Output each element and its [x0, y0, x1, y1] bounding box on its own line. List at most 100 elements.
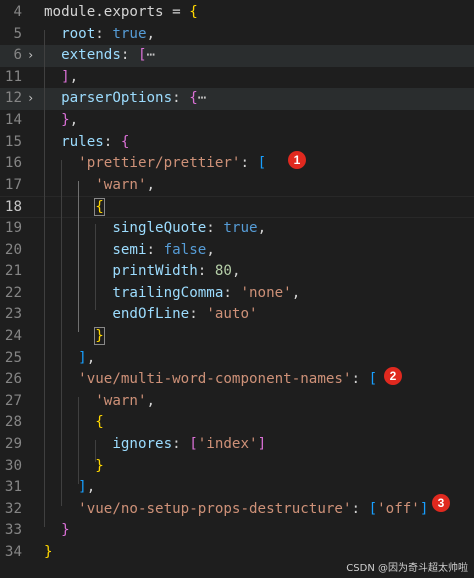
line-number: 17	[4, 176, 22, 193]
code-line[interactable]: 28 {	[0, 412, 474, 434]
line-number: 22	[4, 284, 22, 301]
annotation-badge-1: 1	[288, 151, 306, 169]
code-token: 'warn'	[44, 392, 147, 409]
code-line[interactable]: 30 }	[0, 456, 474, 478]
code-line[interactable]: 19 singleQuote: true,	[0, 218, 474, 240]
code-line[interactable]: 17 'warn',	[0, 175, 474, 197]
line-number: 5	[13, 25, 22, 42]
code-line[interactable]: 6 › extends: [⋯	[0, 45, 474, 67]
code-token: ]	[61, 68, 70, 85]
code-token: ,	[291, 284, 301, 301]
indent-guide	[95, 224, 96, 310]
code-token: [	[137, 47, 147, 64]
code-token: :	[103, 133, 121, 150]
code-text: trailingComma: 'none',	[44, 283, 300, 305]
code-line[interactable]: 15 rules: {	[0, 132, 474, 154]
code-token: ,	[86, 479, 96, 496]
code-line[interactable]: 29 ignores: ['index']	[0, 434, 474, 456]
code-token: root	[44, 25, 96, 42]
line-number: 26	[4, 371, 22, 388]
code-text: ],	[44, 67, 78, 89]
code-line[interactable]: 24 }	[0, 326, 474, 348]
line-number: 32	[4, 500, 22, 517]
code-token: extends	[44, 47, 121, 64]
code-token: ]	[257, 436, 267, 452]
code-text: },	[44, 110, 78, 132]
code-token: ,	[69, 112, 79, 128]
line-number: 4	[13, 4, 22, 20]
code-token: endOfLine	[44, 306, 190, 323]
code-line[interactable]: 18 {	[0, 196, 474, 218]
code-token: {	[95, 414, 104, 431]
line-number: 19	[4, 220, 22, 236]
code-line[interactable]: 11 ],	[0, 67, 474, 89]
code-token: ,	[206, 241, 215, 258]
code-text: 'vue/multi-word-component-names': [	[44, 369, 377, 391]
code-token: ,	[146, 176, 156, 193]
line-number: 28	[4, 414, 22, 431]
code-line[interactable]: 31 ],	[0, 477, 474, 499]
code-token: [	[257, 155, 267, 172]
code-token: parserOptions	[44, 90, 173, 107]
code-line[interactable]: 26 'vue/multi-word-component-names': [	[0, 369, 474, 391]
line-number: 20	[4, 241, 22, 258]
line-number: 31	[4, 479, 22, 496]
code-token: ,	[69, 68, 79, 85]
code-text: root: true,	[44, 24, 155, 46]
code-token: module.exports =	[44, 4, 190, 20]
code-token: :	[351, 500, 369, 517]
indent-guide	[78, 397, 79, 484]
code-token: false	[163, 241, 207, 258]
line-number: 25	[4, 349, 22, 366]
code-token: ,	[146, 392, 156, 409]
code-token: }	[61, 112, 70, 128]
code-token: 'index'	[197, 436, 258, 452]
code-token: }	[95, 457, 104, 474]
line-number: 29	[4, 436, 22, 452]
code-text: {	[44, 197, 105, 219]
code-token: printWidth	[44, 263, 198, 280]
code-line[interactable]: 21 printWidth: 80,	[0, 261, 474, 283]
code-line[interactable]: 12 › parserOptions: {⋯	[0, 88, 474, 110]
code-line[interactable]: 23 endOfLine: 'auto'	[0, 304, 474, 326]
code-line[interactable]: 14 },	[0, 110, 474, 132]
line-number: 27	[4, 392, 22, 409]
code-text: semi: false,	[44, 240, 215, 262]
code-token: :	[189, 306, 207, 323]
code-line[interactable]: 4 module.exports = {	[0, 2, 474, 24]
code-text: }	[44, 520, 70, 542]
code-line[interactable]: 27 'warn',	[0, 391, 474, 413]
fold-chevron-icon[interactable]: ›	[27, 88, 39, 110]
code-token: [	[368, 500, 378, 517]
code-token: {	[120, 133, 130, 150]
code-line[interactable]: 33 }	[0, 520, 474, 542]
code-token: true	[112, 25, 147, 42]
code-token: {	[94, 198, 105, 217]
fold-chevron-icon[interactable]: ›	[27, 45, 39, 67]
line-number: 34	[4, 544, 22, 560]
code-line[interactable]: 25 ],	[0, 348, 474, 370]
code-token: 'none'	[240, 284, 292, 301]
code-token: [	[368, 371, 378, 388]
code-token: :	[197, 263, 215, 280]
code-token: 'vue/no-setup-props-destructure'	[44, 500, 352, 517]
annotation-badge-2: 2	[384, 367, 402, 385]
code-line[interactable]: 22 trailingComma: 'none',	[0, 283, 474, 305]
code-text: }	[44, 326, 105, 348]
line-number: 30	[4, 457, 22, 474]
code-token: {	[189, 90, 198, 107]
watermark: CSDN @因为奇斗超太帅啦	[346, 563, 468, 574]
code-token: ignores	[44, 436, 173, 452]
indent-guide-active	[78, 181, 79, 332]
code-line[interactable]: 32 'vue/no-setup-props-destructure': ['o…	[0, 499, 474, 521]
code-line[interactable]: 5 root: true,	[0, 24, 474, 46]
code-line[interactable]: 16 'prettier/prettier': [	[0, 153, 474, 175]
line-number: 18	[4, 199, 22, 216]
code-editor[interactable]: 4 module.exports = {5 root: true, 6 › exten…	[0, 0, 474, 578]
code-line[interactable]: 20 semi: false,	[0, 240, 474, 262]
